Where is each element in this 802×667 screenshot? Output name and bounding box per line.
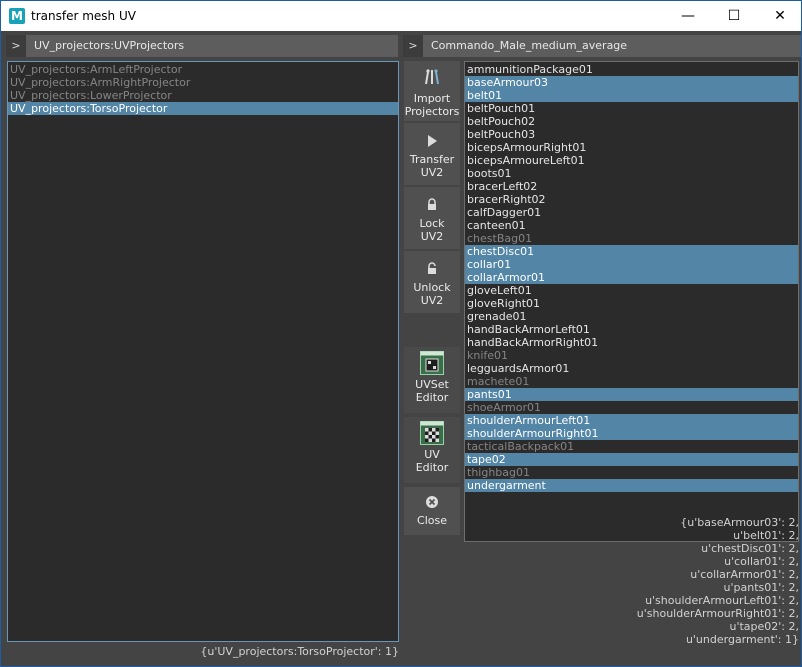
status-line: u'belt01': 2, xyxy=(733,529,799,542)
status-line: u'collar01': 2, xyxy=(724,555,799,568)
mesh-list-item[interactable]: beltPouch01 xyxy=(465,102,798,115)
mesh-list-item[interactable]: tacticalBackpack01 xyxy=(465,440,798,453)
mesh-list[interactable]: ammunitionPackage01 baseArmour03 belt01 bel… xyxy=(464,61,799,542)
mesh-list-item[interactable]: ammunitionPackage01 xyxy=(465,63,798,76)
uvset-editor-icon xyxy=(420,351,444,375)
mesh-list-item[interactable]: collar01 xyxy=(465,258,798,271)
uv-editor-button[interactable]: UV Editor xyxy=(404,417,460,483)
left-panel-toggle-button[interactable]: > xyxy=(6,35,26,57)
status-line: u'chestDisc01': 2, xyxy=(701,542,799,555)
lock-uv2-button[interactable]: Lock UV2 xyxy=(404,187,460,249)
title-bar[interactable]: M transfer mesh UV — ☐ ✕ xyxy=(0,0,802,31)
right-panel-title: Commando_Male_medium_average xyxy=(431,39,628,52)
close-circle-icon xyxy=(426,496,438,508)
mesh-list-item[interactable]: collarArmor01 xyxy=(465,271,798,284)
maya-app-icon: M xyxy=(9,8,25,24)
status-line: {u'baseArmour03': 2, xyxy=(680,516,799,529)
mesh-list-item[interactable]: belt01 xyxy=(465,89,798,102)
status-line: u'collarArmor01': 2, xyxy=(690,568,799,581)
unlock-icon xyxy=(428,262,436,274)
minimize-button[interactable]: — xyxy=(665,1,711,31)
import-projectors-button[interactable]: Import Projectors xyxy=(404,61,460,121)
close-tool-label: Close xyxy=(417,514,447,527)
window-title: transfer mesh UV xyxy=(31,9,136,23)
left-selection-status: {u'UV_projectors:TorsoProjector': 1} xyxy=(200,645,399,658)
import-projectors-label: Import Projectors xyxy=(404,92,460,118)
mesh-list-item[interactable]: chestDisc01 xyxy=(465,245,798,258)
mesh-list-item[interactable]: canteen01 xyxy=(465,219,798,232)
uvset-editor-label: UVSet Editor xyxy=(415,378,449,404)
left-panel-title: UV_projectors:UVProjectors xyxy=(34,39,185,52)
right-panel-header: > Commando_Male_medium_average xyxy=(403,35,801,57)
status-line: u'pants01': 2, xyxy=(723,581,799,594)
projector-list-item[interactable]: UV_projectors:ArmLeftProjector xyxy=(8,63,398,76)
right-panel-toggle-button[interactable]: > xyxy=(403,35,423,57)
close-tool-button[interactable]: Close xyxy=(404,487,460,535)
mesh-list-item[interactable]: bicepsArmourRight01 xyxy=(465,141,798,154)
uv-editor-label: UV Editor xyxy=(415,448,449,474)
play-icon xyxy=(428,135,437,147)
mesh-list-item[interactable]: thighbag01 xyxy=(465,466,798,479)
uv-editor-icon xyxy=(420,421,444,445)
mesh-list-item[interactable]: bracerRight02 xyxy=(465,193,798,206)
transfer-uv2-label: Transfer UV2 xyxy=(409,153,455,179)
mesh-list-item[interactable]: grenade01 xyxy=(465,310,798,323)
mesh-list-item[interactable]: shoeArmor01 xyxy=(465,401,798,414)
mesh-list-item[interactable]: gloveLeft01 xyxy=(465,284,798,297)
lock-uv2-label: Lock UV2 xyxy=(419,217,445,243)
mesh-list-item[interactable]: gloveRight01 xyxy=(465,297,798,310)
mesh-list-item[interactable]: machete01 xyxy=(465,375,798,388)
mesh-list-item[interactable]: chestBag01 xyxy=(465,232,798,245)
status-line: u'undergarment': 1} xyxy=(685,633,799,646)
uvset-editor-button[interactable]: UVSet Editor xyxy=(404,347,460,413)
mesh-list-item[interactable]: tape02 xyxy=(465,453,798,466)
unlock-uv2-button[interactable]: Unlock UV2 xyxy=(404,251,460,313)
mesh-list-item[interactable]: baseArmour03 xyxy=(465,76,798,89)
projector-list-item[interactable]: UV_projectors:TorsoProjector xyxy=(8,102,398,115)
mesh-list-item[interactable]: bicepsArmoureLeft01 xyxy=(465,154,798,167)
projector-list[interactable]: UV_projectors:ArmLeftProjector UV_project… xyxy=(7,61,399,642)
mesh-list-item[interactable]: pants01 xyxy=(465,388,798,401)
right-selection-status: {u'baseArmour03': 2, u'belt01': 2, u'chest… xyxy=(464,516,799,646)
projector-list-item[interactable]: UV_projectors:ArmRightProjector xyxy=(8,76,398,89)
projectors-icon xyxy=(425,69,439,85)
status-line: u'shoulderArmourRight01': 2, xyxy=(636,607,799,620)
mesh-list-item[interactable]: shoulderArmourLeft01 xyxy=(465,414,798,427)
mesh-list-item[interactable]: bracerLeft02 xyxy=(465,180,798,193)
unlock-uv2-label: Unlock UV2 xyxy=(413,281,451,307)
left-panel-header: > UV_projectors:UVProjectors xyxy=(6,35,398,57)
mesh-list-item[interactable]: beltPouch03 xyxy=(465,128,798,141)
mesh-list-item[interactable]: handBackArmorLeft01 xyxy=(465,323,798,336)
close-window-button[interactable]: ✕ xyxy=(757,1,802,31)
transfer-uv2-button[interactable]: Transfer UV2 xyxy=(404,123,460,185)
mesh-list-item[interactable]: beltPouch02 xyxy=(465,115,798,128)
mesh-list-item[interactable]: undergarment xyxy=(465,479,798,492)
mesh-list-item[interactable]: shoulderArmourRight01 xyxy=(465,427,798,440)
mesh-list-item[interactable]: legguardsArmor01 xyxy=(465,362,798,375)
status-line: u'shoulderArmourLeft01': 2, xyxy=(645,594,799,607)
client-area: > UV_projectors:UVProjectors > Commando_… xyxy=(0,31,802,667)
mesh-list-item[interactable]: boots01 xyxy=(465,167,798,180)
mesh-list-item[interactable]: handBackArmorRight01 xyxy=(465,336,798,349)
maximize-button[interactable]: ☐ xyxy=(711,1,757,31)
mesh-list-item[interactable]: knife01 xyxy=(465,349,798,362)
status-line: u'tape02': 2, xyxy=(729,620,799,633)
lock-icon xyxy=(428,198,436,210)
mesh-list-item[interactable]: calfDagger01 xyxy=(465,206,798,219)
projector-list-item[interactable]: UV_projectors:LowerProjector xyxy=(8,89,398,102)
